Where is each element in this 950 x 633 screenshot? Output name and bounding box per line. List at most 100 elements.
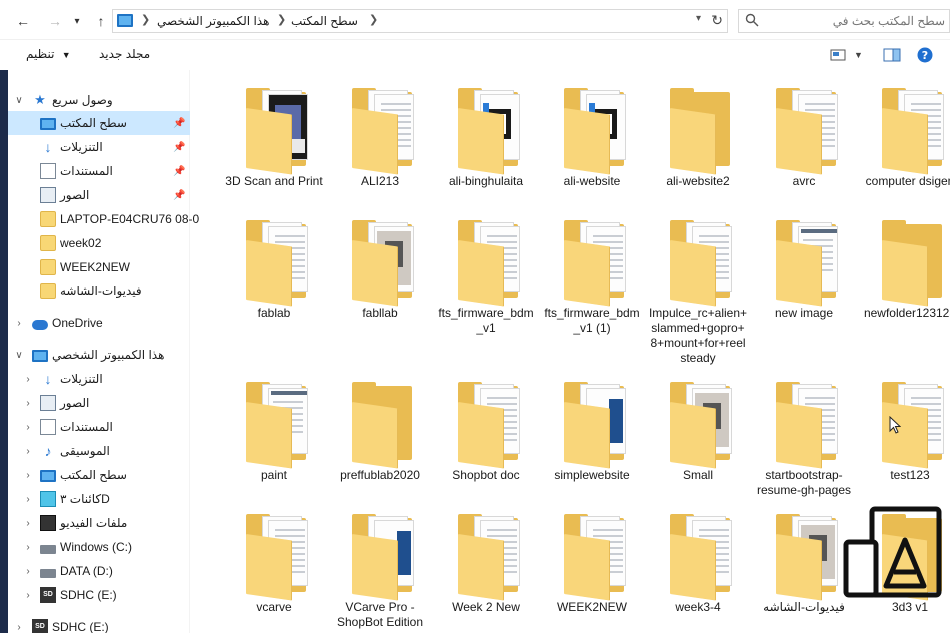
folder-name: preffublab2020	[340, 468, 420, 482]
breadcrumb-separator-icon[interactable]: ❯	[369, 13, 378, 26]
nav-item-pictures[interactable]: الصور 📌	[8, 183, 190, 207]
up-arrow-icon[interactable]: ↑	[90, 10, 112, 32]
nav-label: المستندات	[60, 164, 113, 178]
nav-item-recent-videos[interactable]: فيديوات-الشاشه	[8, 279, 190, 303]
nav-item-sdhc-root[interactable]: › SD SDHC (E:)	[8, 615, 190, 633]
nav-item-pc-music[interactable]: › ♪ الموسيقى	[8, 439, 190, 463]
folder-name: computer dsigen	[865, 174, 950, 188]
preview-pane-icon[interactable]	[883, 48, 901, 62]
nav-item-drive-c[interactable]: › Windows (C:)	[8, 535, 190, 559]
pictures-icon	[40, 395, 56, 411]
expand-chevron-icon[interactable]: ›	[22, 590, 34, 601]
folder-item[interactable]: avrc	[754, 88, 854, 213]
address-dropdown-icon[interactable]: ▾	[696, 13, 701, 24]
expand-chevron-icon[interactable]: ›	[22, 470, 34, 481]
nav-item-pc-videos[interactable]: › ملفات الفيديو	[8, 511, 190, 535]
folder-icon	[40, 211, 56, 227]
folder-icon	[458, 382, 520, 469]
folder-item[interactable]: eVCarve Pro - ShopBot Edition	[330, 514, 430, 633]
folder-item[interactable]: ALI213	[330, 88, 430, 213]
expand-chevron-icon[interactable]: ›	[22, 398, 34, 409]
pin-icon: 📌	[173, 189, 186, 201]
collapse-chevron-icon[interactable]: ∨	[13, 95, 25, 106]
nav-item-recent-week02[interactable]: week02	[8, 231, 190, 255]
search-box[interactable]	[738, 9, 950, 33]
folder-icon	[564, 220, 626, 307]
folder-item[interactable]: WEEK2NEW	[542, 514, 642, 633]
folder-item[interactable]: 3D Scan and Print	[224, 88, 324, 213]
recent-locations-chevron-icon[interactable]: ▾	[66, 10, 88, 32]
folder-item[interactable]: week3-4	[648, 514, 748, 633]
folder-item[interactable]: Impulce_rc+alien+slammed+gopro+8+mount+f…	[648, 220, 748, 365]
folder-name: ali-website	[563, 174, 621, 188]
nav-item-pc-3d-objects[interactable]: › كائنات ۳D	[8, 487, 190, 511]
folder-name: fts_firmware_bdm_v1	[438, 306, 534, 335]
collapse-chevron-icon[interactable]: ∨	[13, 350, 25, 361]
breadcrumb-separator-icon[interactable]: ❯	[277, 13, 286, 26]
expand-chevron-icon[interactable]: ›	[22, 518, 34, 529]
folder-item[interactable]: ali-binghulaita	[436, 88, 536, 213]
folder-item[interactable]: ali-website	[542, 88, 642, 213]
new-folder-button[interactable]: مجلد جديد	[99, 47, 150, 61]
folder-item[interactable]: fts_firmware_bdm_v1 (1)	[542, 220, 642, 345]
nav-item-pc-pictures[interactable]: › الصور	[8, 391, 190, 415]
nav-item-drive-d[interactable]: › DATA (D:)	[8, 559, 190, 583]
nav-item-onedrive[interactable]: › OneDrive	[8, 311, 190, 335]
folder-icon	[458, 220, 520, 307]
help-icon[interactable]: ?	[917, 47, 933, 63]
nav-item-this-pc[interactable]: ∨ هذا الكمبيوتر الشخصي	[8, 343, 190, 367]
nav-item-downloads[interactable]: ↓ التنزيلات 📌	[8, 135, 190, 159]
change-view-icon[interactable]	[830, 48, 846, 62]
nav-item-desktop[interactable]: سطح المكتب 📌	[8, 111, 190, 135]
expand-chevron-icon[interactable]: ›	[22, 422, 34, 433]
breadcrumb-separator-icon[interactable]: ❯	[141, 13, 150, 26]
expand-chevron-icon[interactable]: ›	[22, 566, 34, 577]
videos-icon	[40, 515, 56, 531]
breadcrumb-this-pc[interactable]: هذا الكمبيوتر الشخصي	[157, 14, 269, 28]
expand-chevron-icon[interactable]: ›	[13, 622, 25, 633]
navigation-pane: ∨ ★ وصول سريع سطح المكتب 📌 ↓ التنزيلات 📌…	[8, 70, 199, 633]
folder-item[interactable]: Week 2 New	[436, 514, 536, 633]
back-arrow-icon[interactable]: ←	[12, 10, 34, 32]
folder-icon	[246, 88, 308, 175]
expand-chevron-icon[interactable]: ›	[13, 318, 25, 329]
folder-item[interactable]: fabllab	[330, 220, 430, 345]
nav-item-pc-downloads[interactable]: › ↓ التنزيلات	[8, 367, 190, 391]
nav-item-drive-e[interactable]: › SD SDHC (E:)	[8, 583, 190, 607]
folder-item[interactable]: Shopbot doc	[436, 382, 536, 507]
folder-item[interactable]: preffublab2020	[330, 382, 430, 507]
folder-item[interactable]: fablab	[224, 220, 324, 345]
folder-item[interactable]: ali-website2	[648, 88, 748, 213]
nav-item-pc-documents[interactable]: › المستندات	[8, 415, 190, 439]
folder-item[interactable]: vcarve	[224, 514, 324, 633]
nav-quick-access[interactable]: ∨ ★ وصول سريع	[8, 88, 190, 112]
folder-item[interactable]: Small	[648, 382, 748, 507]
expand-chevron-icon[interactable]: ›	[22, 494, 34, 505]
forward-arrow-icon[interactable]: →	[44, 10, 66, 32]
svg-text:?: ?	[922, 49, 928, 62]
search-input[interactable]	[765, 12, 945, 30]
folder-item[interactable]: paint	[224, 382, 324, 507]
folder-item[interactable]: esimplewebsite	[542, 382, 642, 507]
expand-chevron-icon[interactable]: ›	[22, 446, 34, 457]
organize-button[interactable]: تنظيم ▼	[26, 47, 71, 61]
nav-item-recent-week2new[interactable]: WEEK2NEW	[8, 255, 190, 279]
folder-item[interactable]: فيديوات-الشاشه	[754, 514, 854, 633]
folder-item[interactable]: newfolder123123	[860, 220, 950, 345]
folder-item[interactable]: startbootstrap-resume-gh-pages	[754, 382, 854, 507]
folder-item[interactable]: computer dsigen	[860, 88, 950, 213]
folder-item[interactable]: fts_firmware_bdm_v1	[436, 220, 536, 345]
folder-name: startbootstrap-resume-gh-pages	[756, 468, 852, 497]
nav-item-documents[interactable]: المستندات 📌	[8, 159, 190, 183]
address-bar[interactable]: ❯ هذا الكمبيوتر الشخصي ❯ سطح المكتب ❯ ▾ …	[112, 9, 728, 33]
folder-icon	[40, 283, 56, 299]
expand-chevron-icon[interactable]: ›	[22, 374, 34, 385]
folder-item[interactable]: new image	[754, 220, 854, 345]
expand-chevron-icon[interactable]: ›	[22, 542, 34, 553]
view-options-chevron-icon[interactable]: ▼	[854, 50, 863, 60]
nav-item-recent-laptop[interactable]: LAPTOP-E04CRU76 08-0	[8, 207, 199, 231]
folder-item[interactable]: test123	[860, 382, 950, 507]
nav-item-pc-desktop[interactable]: › سطح المكتب	[8, 463, 190, 487]
breadcrumb-desktop[interactable]: سطح المكتب	[291, 14, 358, 28]
refresh-icon[interactable]: ↻	[711, 12, 723, 29]
